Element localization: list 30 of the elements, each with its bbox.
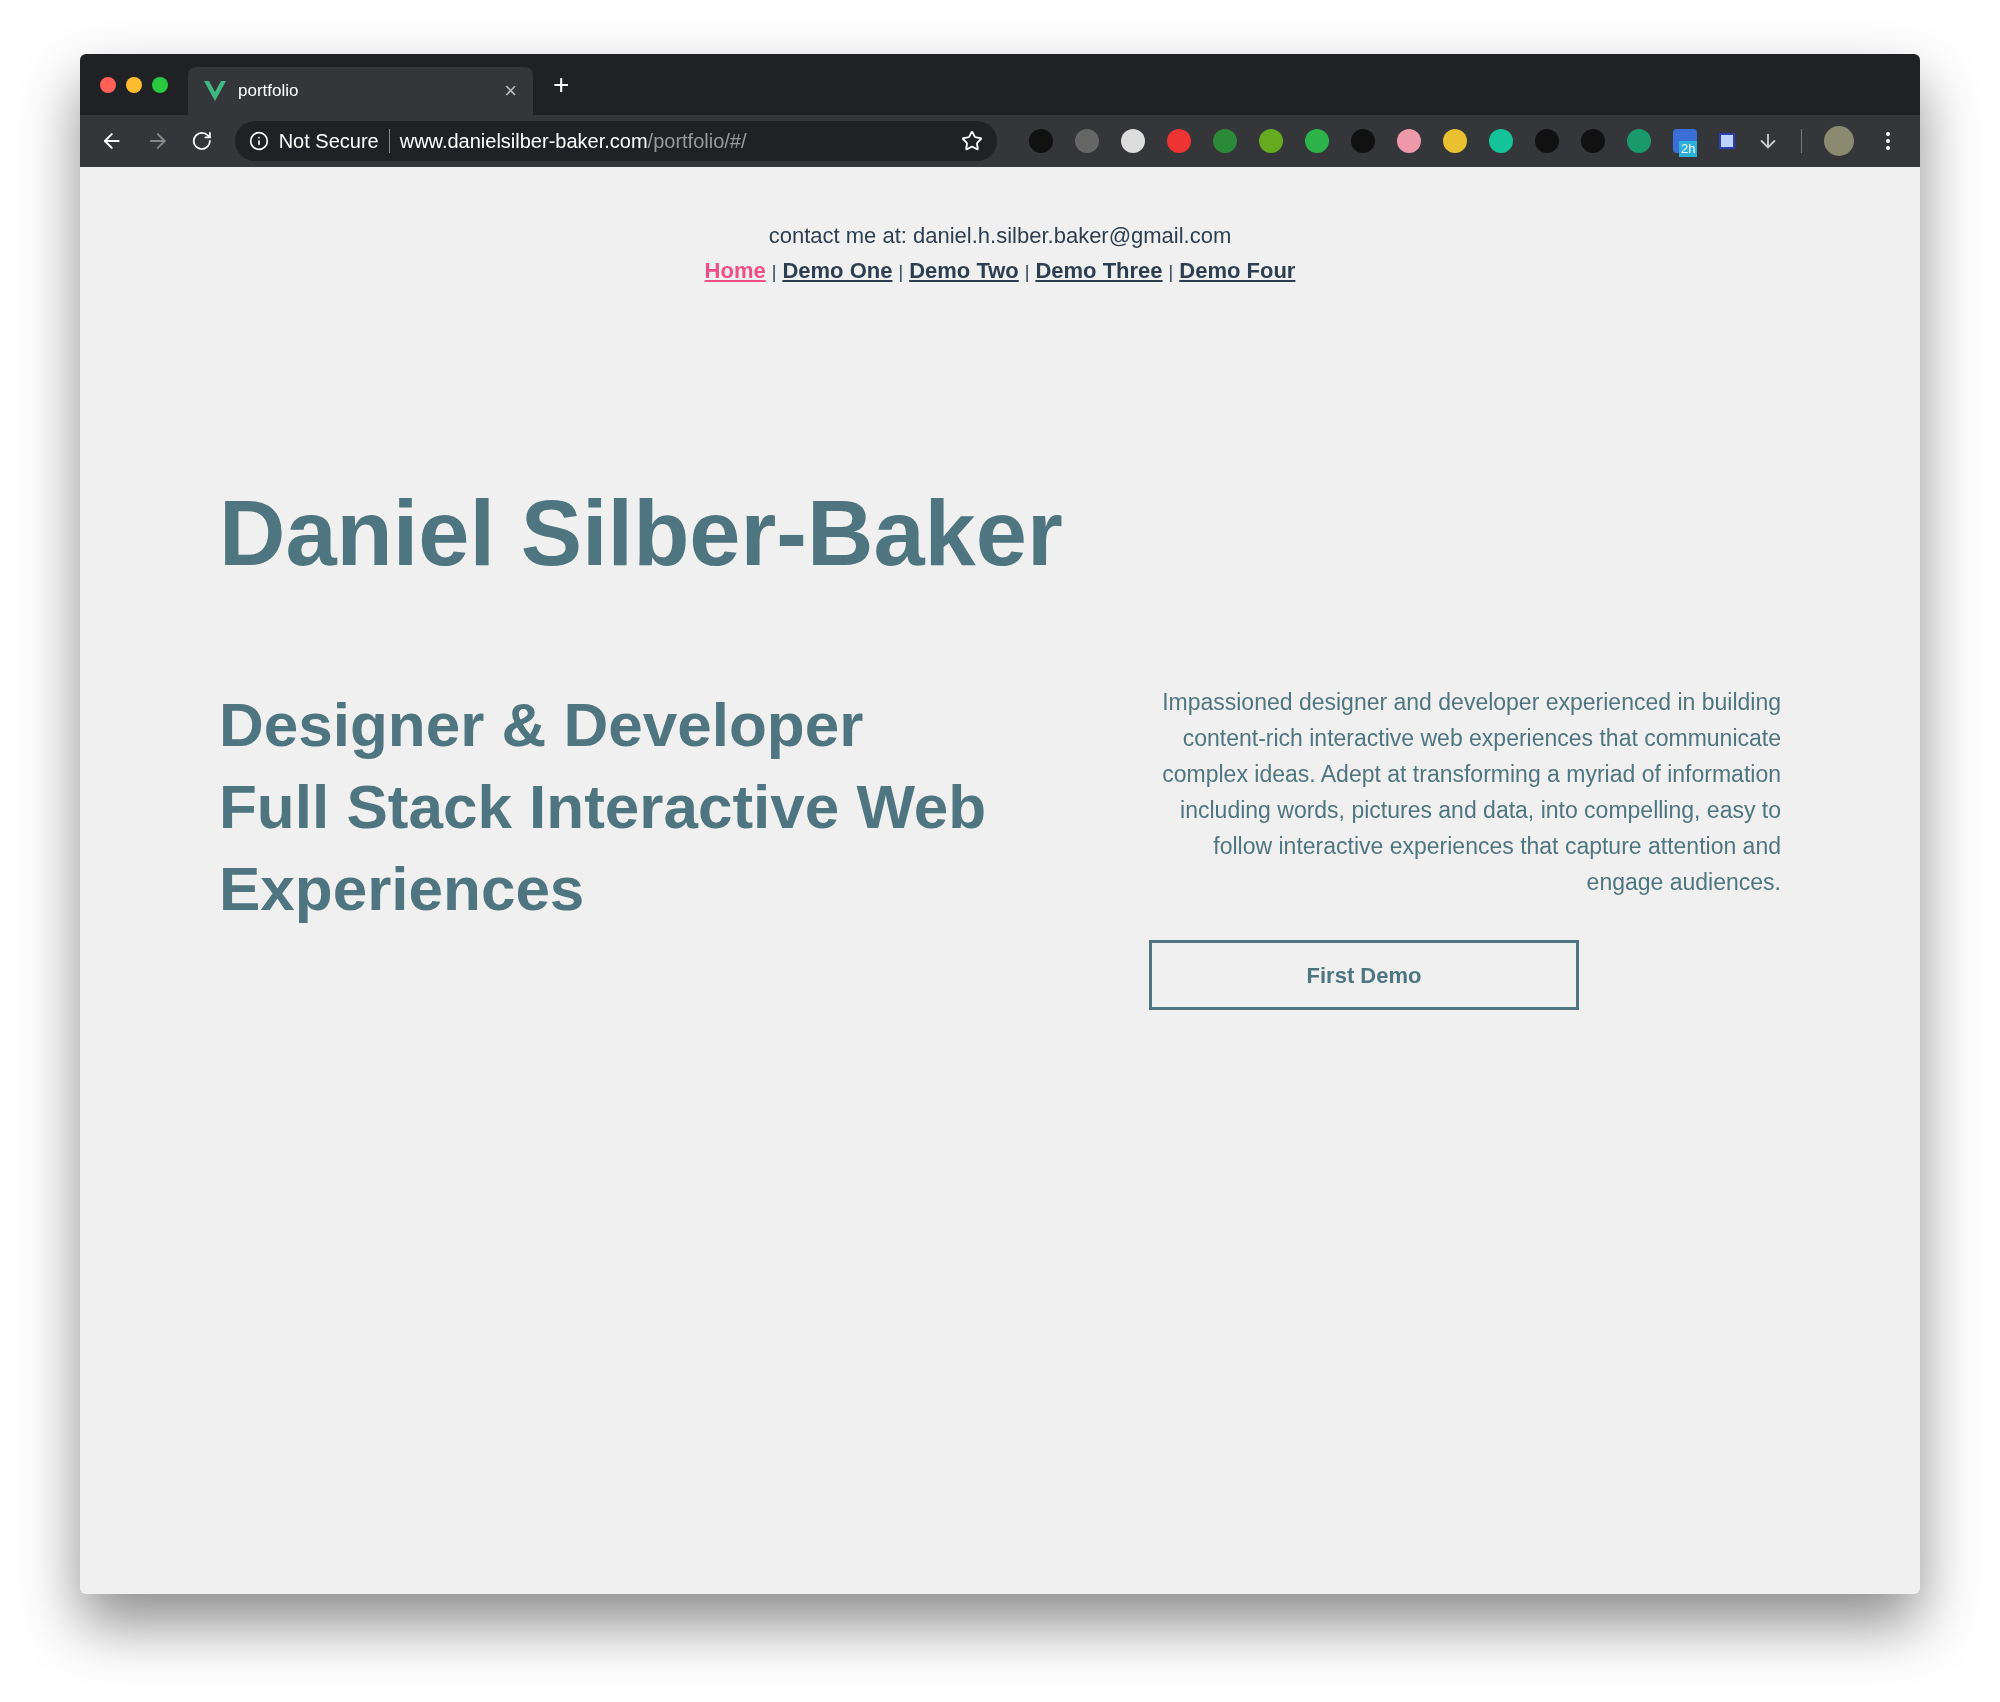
- first-demo-button[interactable]: First Demo: [1149, 940, 1579, 1010]
- bookmark-star-icon[interactable]: [961, 130, 983, 152]
- nav-link[interactable]: Demo Two: [909, 254, 1019, 287]
- security-label: Not Secure: [278, 129, 379, 154]
- description-text: Impassioned designer and developer experienced in building content-rich interactive web experiences that communicate complex ideas. Adept at transforming a myriad of information including words, pictures and data, into compelling, easy to follow interactive experiences that capture attention and engage audiences.: [1161, 688, 1781, 897]
- close-tab-button[interactable]: ×: [504, 80, 517, 102]
- contact-text: contact me at: daniel.h.silber.baker@gmail.com: [768, 222, 1232, 250]
- nav-link[interactable]: Demo Three: [1035, 254, 1163, 287]
- v-logo-icon: [204, 81, 226, 101]
- nav-link[interactable]: Demo One: [782, 254, 893, 287]
- nav-link[interactable]: Demo Four: [1179, 254, 1296, 287]
- new-tab-button[interactable]: +: [553, 70, 570, 99]
- profile-avatar[interactable]: [1824, 126, 1854, 156]
- maximize-window-icon[interactable]: [152, 76, 168, 93]
- reload-icon[interactable]: [191, 130, 213, 152]
- close-window-icon[interactable]: [100, 76, 116, 93]
- url-text: www.danielsilber-baker.com/portfolio/#/: [399, 129, 748, 154]
- nav-separator: |: [898, 261, 904, 284]
- minimize-window-icon[interactable]: [126, 76, 142, 93]
- nav-separator: |: [1024, 261, 1030, 284]
- browser-tab[interactable]: portfolio ×: [188, 67, 533, 115]
- square-icon[interactable]: [1719, 133, 1735, 149]
- role-heading: Full Stack Interactive Web Experiences: [219, 771, 988, 925]
- address-bar[interactable]: Not Secure www.danielsilber-baker.com/portfolio/#/: [234, 121, 997, 161]
- name-heading: Daniel Silber-Baker: [219, 487, 1064, 579]
- tab-title: portfolio: [238, 80, 300, 103]
- badge: 2h: [1679, 141, 1698, 158]
- nav-separator: |: [1168, 261, 1174, 284]
- role-heading: Designer & Developer: [219, 689, 865, 761]
- nav-separator: |: [771, 261, 777, 284]
